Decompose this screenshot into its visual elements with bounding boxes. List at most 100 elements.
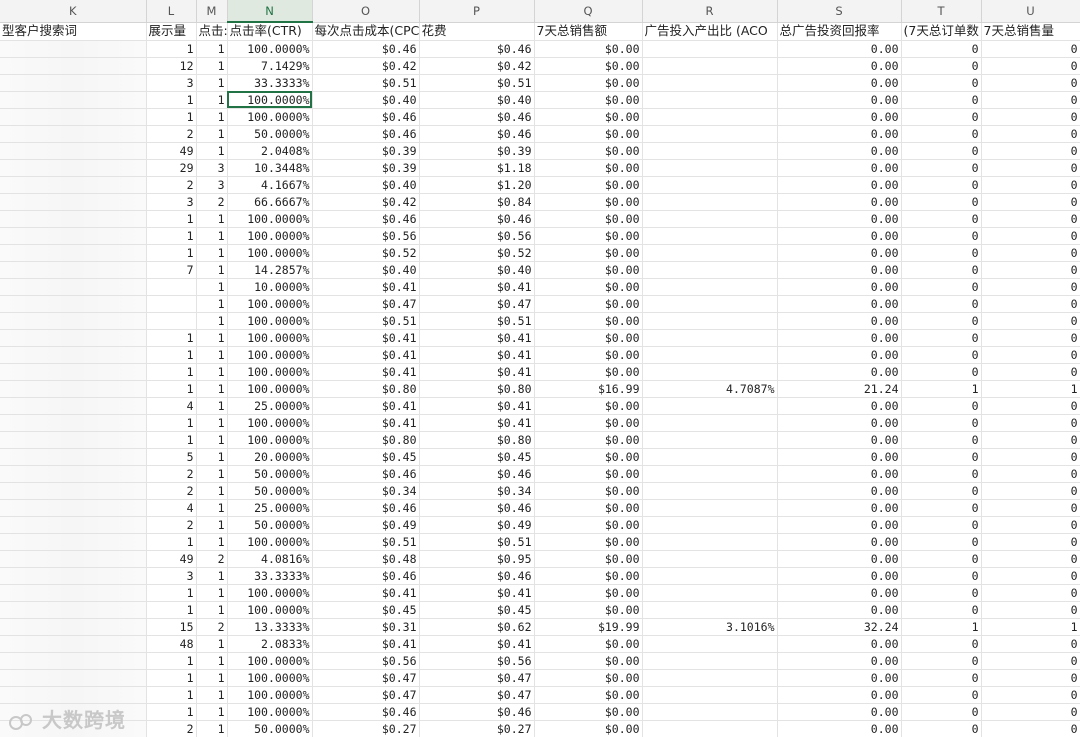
- table-cell[interactable]: $0.31: [312, 618, 420, 636]
- table-cell[interactable]: 0: [981, 669, 1080, 687]
- table-cell[interactable]: 1: [196, 720, 228, 737]
- table-cell[interactable]: 100.0000%: [227, 227, 313, 245]
- table-cell[interactable]: $0.46: [312, 125, 420, 143]
- table-cell[interactable]: [642, 176, 778, 194]
- table-cell[interactable]: 1: [196, 465, 228, 483]
- table-cell[interactable]: 2: [196, 193, 228, 211]
- search-term-cell[interactable]: [0, 499, 147, 517]
- table-cell[interactable]: 0: [981, 40, 1080, 58]
- table-cell[interactable]: 0: [981, 635, 1080, 653]
- table-cell[interactable]: 5: [146, 448, 197, 466]
- table-cell[interactable]: $0.49: [312, 516, 420, 534]
- table-cell[interactable]: $0.00: [534, 720, 643, 737]
- table-cell[interactable]: 0: [981, 431, 1080, 449]
- table-cell[interactable]: $0.00: [534, 397, 643, 415]
- table-cell[interactable]: $0.51: [419, 533, 535, 551]
- table-cell[interactable]: 1: [196, 601, 228, 619]
- table-cell[interactable]: [642, 397, 778, 415]
- table-cell[interactable]: 0: [901, 346, 982, 364]
- table-cell[interactable]: [146, 278, 197, 296]
- table-cell[interactable]: [642, 465, 778, 483]
- table-cell[interactable]: 0: [981, 244, 1080, 262]
- table-cell[interactable]: $0.00: [534, 142, 643, 160]
- search-term-cell[interactable]: [0, 74, 147, 92]
- table-cell[interactable]: $0.46: [419, 567, 535, 585]
- table-cell[interactable]: 0: [981, 261, 1080, 279]
- table-cell[interactable]: 0: [981, 176, 1080, 194]
- table-cell[interactable]: 0.00: [777, 176, 902, 194]
- table-cell[interactable]: 0: [901, 567, 982, 585]
- table-cell[interactable]: $0.00: [534, 482, 643, 500]
- table-cell[interactable]: 1: [196, 703, 228, 721]
- table-cell[interactable]: 0: [901, 601, 982, 619]
- table-cell[interactable]: [642, 159, 778, 177]
- table-cell[interactable]: 1: [196, 448, 228, 466]
- search-term-cell[interactable]: [0, 448, 147, 466]
- table-cell[interactable]: 0.00: [777, 414, 902, 432]
- table-cell[interactable]: [642, 57, 778, 75]
- table-cell[interactable]: 50.0000%: [227, 465, 313, 483]
- table-cell[interactable]: 1: [196, 346, 228, 364]
- table-cell[interactable]: 0: [901, 465, 982, 483]
- table-cell[interactable]: $0.00: [534, 57, 643, 75]
- column-letter-k[interactable]: K: [0, 0, 147, 23]
- table-cell[interactable]: 3: [196, 159, 228, 177]
- table-cell[interactable]: 1: [196, 312, 228, 330]
- table-cell[interactable]: $0.00: [534, 108, 643, 126]
- table-cell[interactable]: $0.42: [312, 193, 420, 211]
- table-cell[interactable]: 1: [196, 244, 228, 262]
- table-cell[interactable]: [642, 261, 778, 279]
- table-cell[interactable]: 0: [981, 312, 1080, 330]
- table-cell[interactable]: $0.46: [312, 108, 420, 126]
- table-cell[interactable]: 0: [901, 91, 982, 109]
- table-cell[interactable]: $0.00: [534, 193, 643, 211]
- table-cell[interactable]: $0.00: [534, 448, 643, 466]
- table-cell[interactable]: $0.00: [534, 686, 643, 704]
- table-cell[interactable]: 100.0000%: [227, 652, 313, 670]
- table-cell[interactable]: $0.00: [534, 312, 643, 330]
- table-cell[interactable]: [642, 652, 778, 670]
- table-cell[interactable]: 0: [981, 210, 1080, 228]
- table-cell[interactable]: 100.0000%: [227, 686, 313, 704]
- table-cell[interactable]: 1: [196, 329, 228, 347]
- table-cell[interactable]: 0.00: [777, 601, 902, 619]
- table-cell[interactable]: 100.0000%: [227, 363, 313, 381]
- table-cell[interactable]: $0.00: [534, 584, 643, 602]
- table-cell[interactable]: [642, 142, 778, 160]
- search-term-cell[interactable]: [0, 142, 147, 160]
- table-cell[interactable]: [642, 329, 778, 347]
- table-cell[interactable]: $0.00: [534, 295, 643, 313]
- column-letter-s[interactable]: S: [777, 0, 902, 23]
- table-cell[interactable]: 0: [981, 567, 1080, 585]
- column-letter-r[interactable]: R: [642, 0, 778, 23]
- table-cell[interactable]: 3: [146, 193, 197, 211]
- table-cell[interactable]: 0.00: [777, 91, 902, 109]
- table-cell[interactable]: [642, 74, 778, 92]
- table-cell[interactable]: 2.0833%: [227, 635, 313, 653]
- table-cell[interactable]: [642, 91, 778, 109]
- table-cell[interactable]: $0.00: [534, 74, 643, 92]
- table-cell[interactable]: 4.1667%: [227, 176, 313, 194]
- table-cell[interactable]: $0.39: [312, 142, 420, 160]
- table-cell[interactable]: $0.47: [419, 669, 535, 687]
- table-cell[interactable]: 1: [196, 295, 228, 313]
- table-cell[interactable]: $0.00: [534, 278, 643, 296]
- table-cell[interactable]: $0.51: [312, 74, 420, 92]
- table-cell[interactable]: 100.0000%: [227, 584, 313, 602]
- table-cell[interactable]: 0: [901, 312, 982, 330]
- table-cell[interactable]: [642, 567, 778, 585]
- table-cell[interactable]: [642, 363, 778, 381]
- table-cell[interactable]: $0.40: [312, 176, 420, 194]
- table-cell[interactable]: [642, 125, 778, 143]
- table-cell[interactable]: [642, 193, 778, 211]
- table-cell[interactable]: 0: [981, 686, 1080, 704]
- table-cell[interactable]: 2: [146, 176, 197, 194]
- table-cell[interactable]: 100.0000%: [227, 329, 313, 347]
- table-cell[interactable]: $0.41: [419, 329, 535, 347]
- table-cell[interactable]: 2: [196, 618, 228, 636]
- table-cell[interactable]: $16.99: [534, 380, 643, 398]
- table-cell[interactable]: 50.0000%: [227, 516, 313, 534]
- table-cell[interactable]: 0: [981, 193, 1080, 211]
- table-cell[interactable]: 0.00: [777, 74, 902, 92]
- table-cell[interactable]: $0.46: [312, 567, 420, 585]
